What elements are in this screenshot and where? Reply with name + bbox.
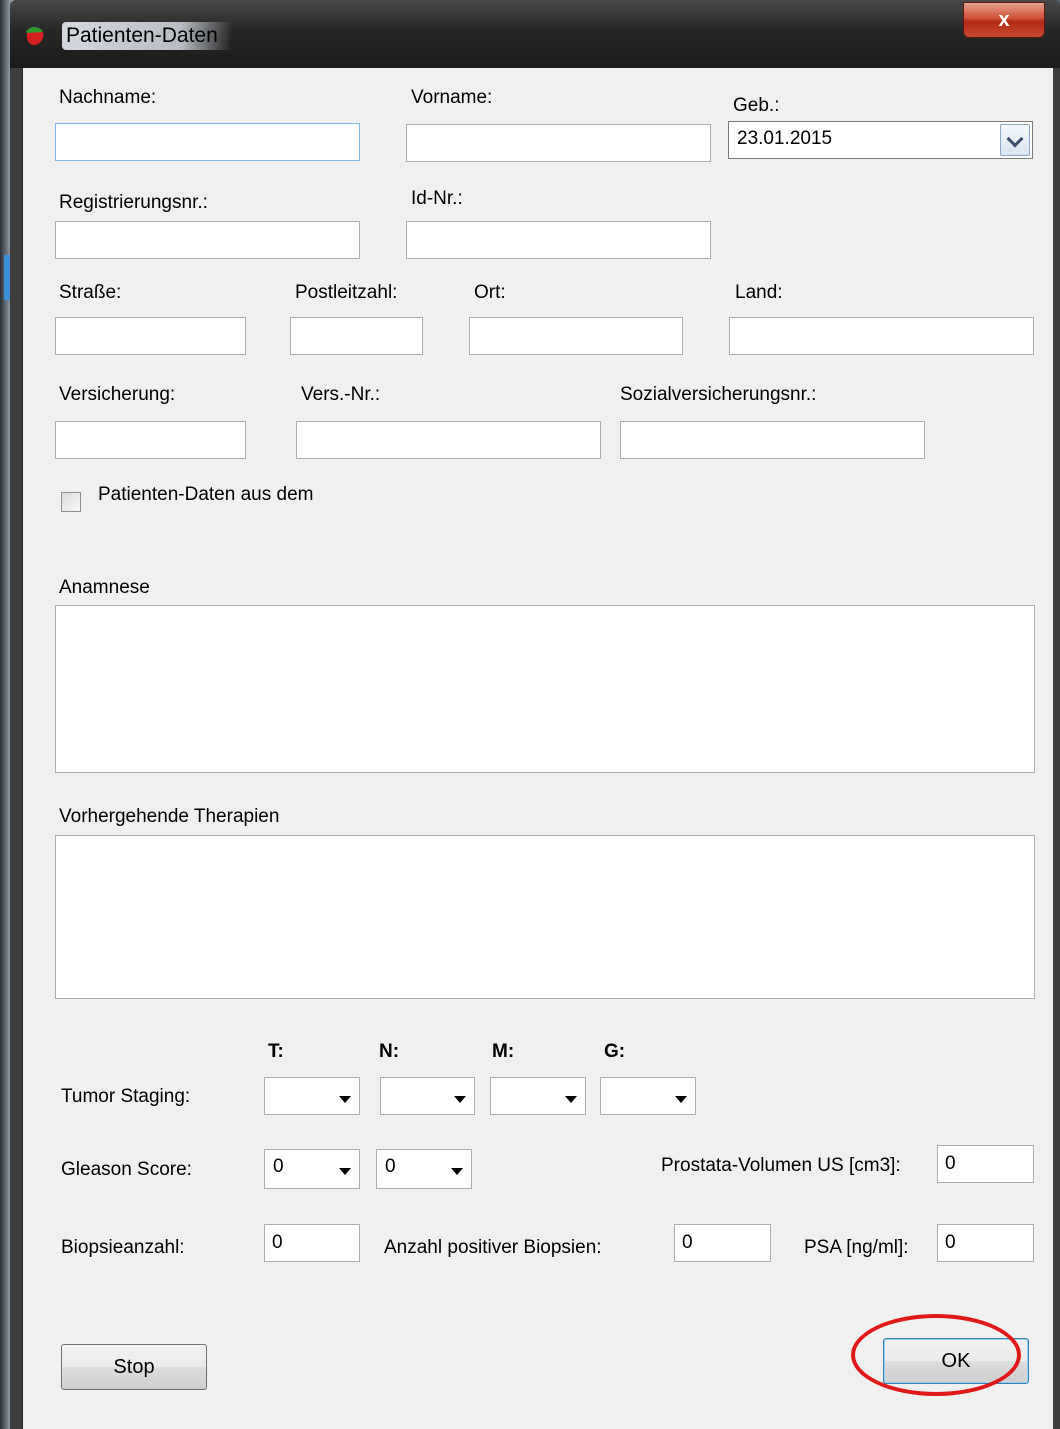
tumor-staging-label: Tumor Staging: [61,1086,191,1107]
staging-m-select[interactable] [490,1077,586,1115]
land-label: Land: [735,282,783,303]
prostata-volumen-input[interactable] [937,1145,1034,1183]
staging-g-select[interactable] [600,1077,696,1115]
dropdown-arrow-icon [675,1096,687,1103]
dropdown-arrow-icon [565,1096,577,1103]
therapien-label: Vorhergehende Therapien [59,806,280,827]
gleason-score-label: Gleason Score: [61,1159,192,1180]
versnr-input[interactable] [296,421,601,459]
versnr-label: Vers.-Nr.: [301,384,381,405]
staging-m-header: M: [492,1041,515,1062]
dropdown-arrow-icon [451,1168,463,1175]
staging-t-header: T: [268,1041,284,1062]
staging-n-header: N: [379,1041,400,1062]
staging-n-select[interactable] [380,1077,475,1115]
app-icon [26,27,44,45]
postleitzahl-label: Postleitzahl: [295,282,398,303]
window-title: Patienten-Daten [62,22,232,50]
strasse-input[interactable] [55,317,246,355]
vorname-input[interactable] [406,124,711,162]
nachname-input[interactable] [55,123,360,161]
staging-t-select[interactable] [264,1077,360,1115]
dialog-body: Nachname: Vorname: Geb.: 23.01.2015 Regi… [22,68,1053,1429]
geb-label: Geb.: [733,95,780,116]
gleason-score-select-2[interactable]: 0 [376,1149,472,1189]
close-button[interactable]: x [963,2,1045,38]
ort-input[interactable] [469,317,683,355]
gleason-score-select-1[interactable]: 0 [264,1149,360,1189]
positive-biopsien-label: Anzahl positiver Biopsien: [384,1237,602,1258]
staging-g-header: G: [604,1041,626,1062]
import-patient-data-checkbox[interactable] [61,492,81,512]
stop-button[interactable]: Stop [61,1344,207,1390]
idnr-input[interactable] [406,221,711,259]
vorname-label: Vorname: [411,87,493,108]
positive-biopsien-input[interactable] [674,1224,771,1262]
patient-data-dialog: Patienten-Daten x Nachname: Vorname: Geb… [10,0,1060,1429]
dropdown-arrow-icon [454,1096,466,1103]
prostata-volumen-label: Prostata-Volumen US [cm3]: [661,1155,901,1176]
birthdate-picker[interactable]: 23.01.2015 [728,121,1033,159]
anamnese-textarea[interactable] [55,605,1035,773]
sozialversicherungsnr-label: Sozialversicherungsnr.: [620,384,817,405]
postleitzahl-input[interactable] [290,317,423,355]
strasse-label: Straße: [59,282,122,303]
anamnese-label: Anamnese [59,577,150,598]
sozialversicherungsnr-input[interactable] [620,421,925,459]
ok-button[interactable]: OK [883,1338,1029,1384]
birthdate-value: 23.01.2015 [737,128,833,149]
biopsieanzahl-input[interactable] [264,1224,360,1262]
registrierungsnr-input[interactable] [55,221,360,259]
title-bar[interactable]: Patienten-Daten x [10,0,1060,68]
chevron-down-icon [1006,130,1024,148]
import-patient-data-label: Patienten-Daten aus dem [98,484,314,505]
idnr-label: Id-Nr.: [411,188,463,209]
dropdown-arrow-icon [339,1168,351,1175]
biopsieanzahl-label: Biopsieanzahl: [61,1237,185,1258]
registrierungsnr-label: Registrierungsnr.: [59,192,208,213]
land-input[interactable] [729,317,1034,355]
psa-input[interactable] [937,1224,1034,1262]
dropdown-arrow-icon [339,1096,351,1103]
psa-label: PSA [ng/ml]: [804,1237,909,1258]
nachname-label: Nachname: [59,87,157,108]
birthdate-dropdown-button[interactable] [1000,124,1030,156]
ort-label: Ort: [474,282,506,303]
therapien-textarea[interactable] [55,835,1035,999]
versicherung-input[interactable] [55,421,246,459]
versicherung-label: Versicherung: [59,384,176,405]
